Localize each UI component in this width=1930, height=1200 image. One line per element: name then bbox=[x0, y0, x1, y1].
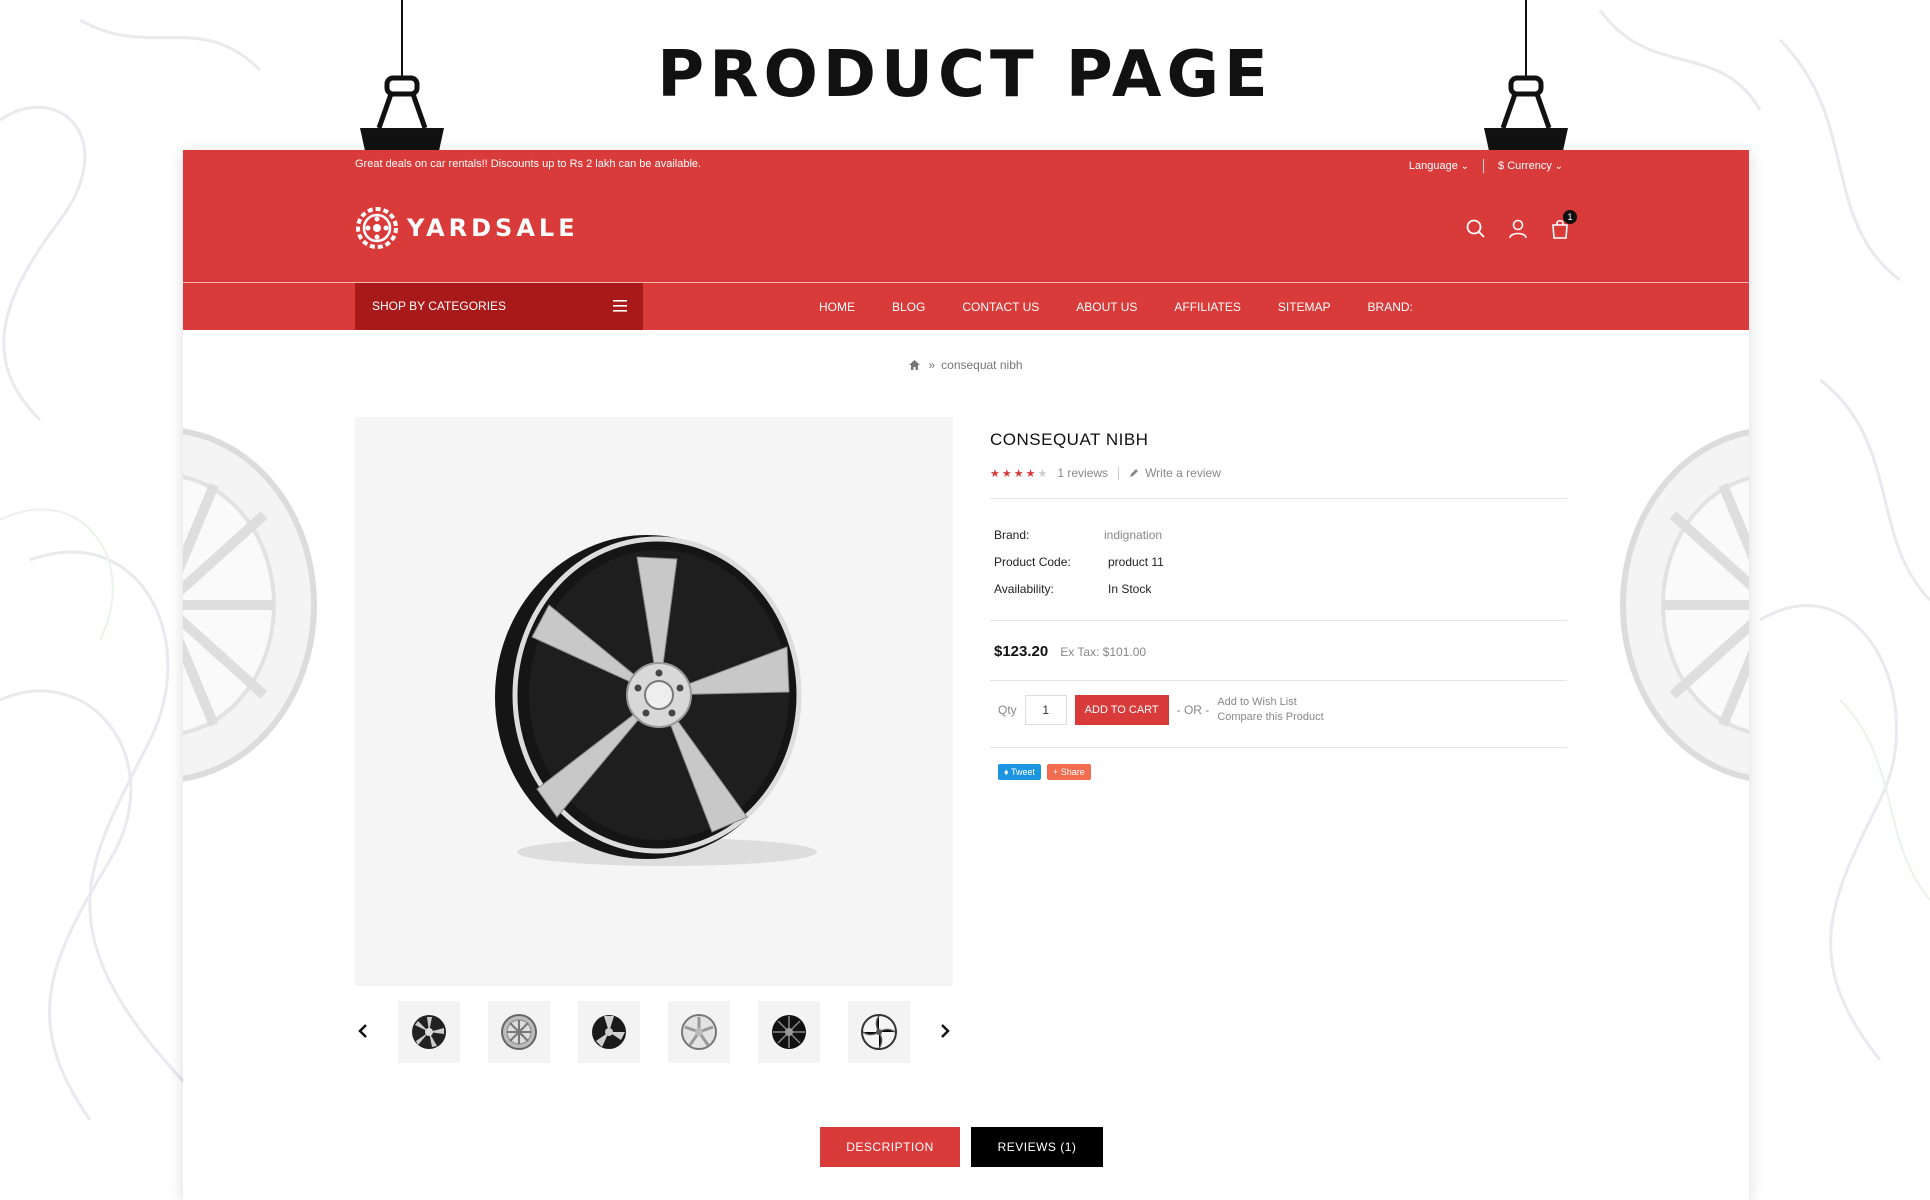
site-header: Great deals on car rentals!! Discounts u… bbox=[183, 150, 1749, 330]
add-to-cart-button[interactable]: ADD TO CART bbox=[1074, 695, 1169, 725]
promo-text: Great deals on car rentals!! Discounts u… bbox=[355, 158, 702, 170]
product-info: CONSEQUAT NIBH ★ ★ ★ ★ ★ 1 reviews Write… bbox=[990, 430, 1567, 796]
share-plus-icon: + bbox=[1052, 767, 1061, 777]
topbar-selectors: Language $ Currency bbox=[1409, 159, 1563, 173]
account-icon[interactable] bbox=[1507, 218, 1529, 240]
write-review-link[interactable]: Write a review bbox=[1145, 466, 1221, 480]
breadcrumb-current[interactable]: consequat nibh bbox=[941, 358, 1022, 372]
add-to-cart-row: Qty ADD TO CART - OR - Add to Wish List … bbox=[990, 681, 1567, 747]
spec-label: Availability: bbox=[994, 581, 1054, 596]
language-dropdown[interactable]: Language bbox=[1409, 160, 1469, 172]
twitter-bird-icon: ♦ bbox=[1004, 767, 1011, 777]
nav-links: HOME BLOG CONTACT US ABOUT US AFFILIATES… bbox=[819, 283, 1413, 330]
nav-link-about-us[interactable]: ABOUT US bbox=[1076, 300, 1137, 314]
thumbnail-6[interactable] bbox=[848, 1001, 910, 1063]
spec-value: product 11 bbox=[1108, 554, 1164, 569]
store-page-frame: Great deals on car rentals!! Discounts u… bbox=[183, 150, 1749, 1200]
product-specs: Brand: indignation Product Code: product… bbox=[990, 499, 1567, 620]
qty-label: Qty bbox=[998, 703, 1017, 717]
share-button[interactable]: + Share bbox=[1046, 764, 1091, 780]
search-icon[interactable] bbox=[1465, 218, 1487, 240]
wheel-thumbnail-icon bbox=[772, 1015, 806, 1049]
pencil-icon bbox=[1130, 469, 1139, 477]
cart-count-badge: 1 bbox=[1563, 210, 1577, 224]
spec-row-code: Product Code: product 11 bbox=[994, 548, 1563, 575]
star-icon-filled: ★ bbox=[1001, 467, 1012, 480]
spec-row-brand: Brand: indignation bbox=[994, 521, 1563, 548]
wheel-thumbnail-icon bbox=[861, 1014, 897, 1050]
wheel-thumbnail-icon bbox=[412, 1015, 446, 1049]
rating-row: ★ ★ ★ ★ ★ 1 reviews Write a review bbox=[990, 466, 1567, 480]
rating-stars: ★ ★ ★ ★ ★ bbox=[990, 467, 1047, 480]
chevron-right-icon[interactable] bbox=[937, 1023, 953, 1039]
thumbnail-3[interactable] bbox=[578, 1001, 640, 1063]
currency-dropdown[interactable]: $ Currency bbox=[1498, 160, 1563, 172]
site-logo[interactable]: YARDSALE bbox=[355, 206, 579, 250]
quantity-input[interactable] bbox=[1024, 695, 1067, 725]
spec-value: In Stock bbox=[1108, 581, 1152, 596]
ex-tax-price: Ex Tax: $101.00 bbox=[1060, 645, 1147, 659]
cart-icon[interactable]: 1 bbox=[1549, 210, 1577, 240]
price-row: $123.20 Ex Tax: $101.00 bbox=[990, 621, 1567, 680]
header-actions: 1 bbox=[1465, 210, 1577, 240]
secondary-actions: Add to Wish List Compare this Product bbox=[1217, 696, 1323, 724]
brand-name: YARDSALE bbox=[407, 214, 579, 242]
alloy-wheel-image bbox=[495, 535, 817, 866]
nav-link-sitemap[interactable]: SITEMAP bbox=[1278, 300, 1331, 314]
wheel-thumbnail-icon bbox=[592, 1015, 626, 1049]
nav-link-home[interactable]: HOME bbox=[819, 300, 855, 314]
main-navbar: SHOP BY CATEGORIES HOME BLOG CONTACT US … bbox=[183, 282, 1749, 330]
wheel-thumbnail-icon bbox=[681, 1014, 717, 1050]
tweet-label: Tweet bbox=[1010, 767, 1035, 777]
binder-clip-left bbox=[357, 0, 447, 168]
showcase-title: PRODUCT PAGE bbox=[657, 38, 1273, 112]
nav-link-blog[interactable]: BLOG bbox=[892, 300, 925, 314]
topbar-divider bbox=[1483, 159, 1485, 173]
product-main-image[interactable] bbox=[355, 417, 953, 986]
product-price: $123.20 bbox=[994, 643, 1049, 660]
decorative-wheel-left bbox=[183, 425, 330, 785]
binder-clip-right bbox=[1481, 0, 1571, 168]
star-icon-filled: ★ bbox=[1013, 467, 1024, 480]
thumbnail-4[interactable] bbox=[668, 1001, 730, 1063]
tab-description[interactable]: DESCRIPTION bbox=[820, 1127, 960, 1167]
add-to-wishlist-link[interactable]: Add to Wish List bbox=[1217, 696, 1323, 709]
spec-row-availability: Availability: In Stock bbox=[994, 575, 1563, 602]
tweet-button[interactable]: ♦ Tweet bbox=[998, 764, 1041, 780]
reviews-link[interactable]: 1 reviews bbox=[1057, 466, 1108, 480]
breadcrumb: » consequat nibh bbox=[183, 358, 1749, 372]
hamburger-menu-icon bbox=[613, 300, 627, 312]
star-icon-filled: ★ bbox=[1025, 467, 1036, 480]
star-icon-empty: ★ bbox=[1037, 467, 1048, 480]
tab-reviews[interactable]: REVIEWS (1) bbox=[971, 1127, 1103, 1167]
rating-divider bbox=[1118, 466, 1120, 480]
brand-link[interactable]: indignation bbox=[1104, 528, 1162, 542]
nav-link-brand[interactable]: BRAND: bbox=[1368, 300, 1413, 314]
nav-link-affiliates[interactable]: AFFILIATES bbox=[1174, 300, 1240, 314]
product-tabs: DESCRIPTION REVIEWS (1) bbox=[820, 1127, 1103, 1167]
or-separator: - OR - bbox=[1176, 703, 1210, 717]
decorative-wheel-right bbox=[1603, 425, 1749, 785]
star-icon-filled: ★ bbox=[990, 467, 1000, 480]
compare-product-link[interactable]: Compare this Product bbox=[1217, 711, 1323, 724]
home-icon[interactable] bbox=[909, 360, 921, 370]
spec-label: Product Code: bbox=[994, 554, 1071, 569]
shop-by-categories-button[interactable]: SHOP BY CATEGORIES bbox=[355, 283, 643, 330]
spec-label: Brand: bbox=[994, 527, 1030, 542]
social-share: ♦ Tweet + Share bbox=[990, 748, 1567, 796]
share-label: Share bbox=[1060, 767, 1085, 777]
nav-link-contact-us[interactable]: CONTACT US bbox=[962, 300, 1039, 314]
thumbnail-5[interactable] bbox=[758, 1001, 820, 1063]
wheel-thumbnail-icon bbox=[501, 1014, 537, 1050]
breadcrumb-separator: » bbox=[928, 358, 936, 372]
product-title: CONSEQUAT NIBH bbox=[990, 430, 1149, 449]
thumbnail-1[interactable] bbox=[398, 1001, 460, 1063]
shop-categories-label: SHOP BY CATEGORIES bbox=[372, 299, 507, 313]
thumbnail-2[interactable] bbox=[488, 1001, 550, 1063]
gear-wheel-logo-icon bbox=[356, 207, 398, 249]
chevron-left-icon[interactable] bbox=[355, 1023, 371, 1039]
thumbnail-strip bbox=[355, 1001, 955, 1063]
